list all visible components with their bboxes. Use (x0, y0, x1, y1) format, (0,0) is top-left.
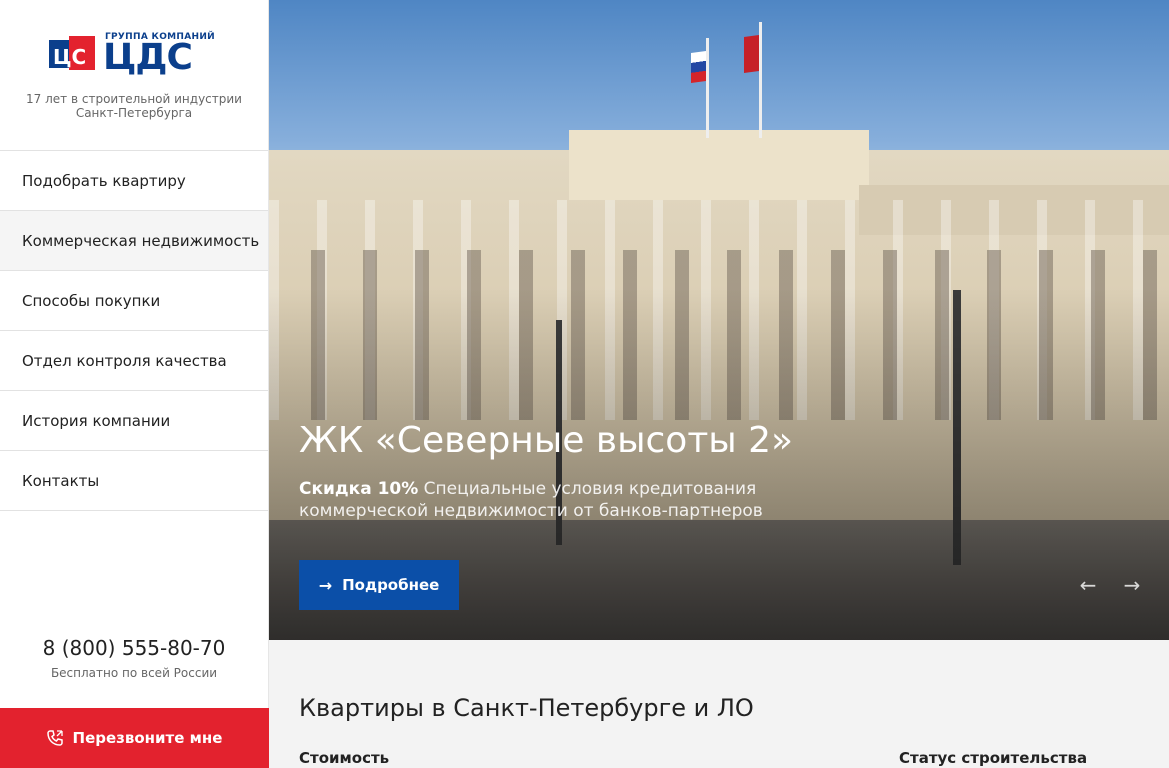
menu-item-company-history[interactable]: История компании (0, 391, 268, 451)
logo-big-text: ЦДС (103, 37, 193, 78)
menu-item-purchase-methods[interactable]: Способы покупки (0, 271, 268, 331)
arrow-right-icon: → (318, 575, 333, 595)
hero-shade (269, 0, 1169, 640)
menu-item-contacts[interactable]: Контакты (0, 451, 268, 511)
more-button[interactable]: → Подробнее (299, 560, 459, 610)
tagline-line-1: 17 лет в строительной индустрии (26, 92, 242, 106)
tagline-line-2: Санкт-Петербурга (75, 106, 193, 120)
phone-number[interactable]: 8 (800) 555-80-70 (0, 636, 268, 660)
filter-cost-label: Стоимость (299, 749, 390, 767)
logo-mark-icon: ЦС (49, 36, 95, 70)
main-menu: Подобрать квартиру Коммерческая недвижим… (0, 150, 268, 511)
slider-next-arrow-right-icon[interactable]: → (1119, 572, 1145, 598)
section-title: Квартиры в Санкт-Петербурге и ЛО (299, 694, 754, 722)
company-tagline: 17 лет в строительной индустрии Санкт-Пе… (0, 92, 268, 120)
more-button-label: Подробнее (342, 576, 440, 594)
hero-banner: ЖК «Северные высоты 2» Скидка 10% Специа… (269, 0, 1169, 640)
callback-button[interactable]: Перезвоните мне (0, 708, 269, 768)
callback-label: Перезвоните мне (72, 729, 223, 747)
phone-note: Бесплатно по всей России (50, 666, 218, 680)
slider-prev-arrow-left-icon[interactable]: ← (1075, 572, 1101, 598)
hero-title: ЖК «Северные высоты 2» (299, 420, 794, 461)
apartments-section: Квартиры в Санкт-Петербурге и ЛО Стоимос… (269, 640, 1169, 768)
phone-icon (46, 730, 63, 746)
filter-status-label: Статус строительства (899, 749, 1088, 767)
menu-item-choose-apartment[interactable]: Подобрать квартиру (0, 151, 268, 211)
logo-area: ЦС ГРУППА КОМПАНИЙ ЦДС 17 лет в строител… (0, 0, 268, 150)
hero-discount: Скидка 10% (299, 479, 419, 499)
hero-subtitle: Скидка 10% Специальные условия кредитова… (299, 478, 879, 522)
svg-text:ЦС: ЦС (53, 45, 86, 69)
company-logo[interactable]: ЦС ГРУППА КОМПАНИЙ ЦДС (49, 32, 219, 78)
menu-item-quality-control[interactable]: Отдел контроля качества (0, 331, 268, 391)
sidebar: ЦС ГРУППА КОМПАНИЙ ЦДС 17 лет в строител… (0, 0, 269, 768)
menu-item-commercial[interactable]: Коммерческая недвижимость (0, 211, 268, 271)
phone-block: 8 (800) 555-80-70 Бесплатно по всей Росс… (0, 636, 268, 680)
